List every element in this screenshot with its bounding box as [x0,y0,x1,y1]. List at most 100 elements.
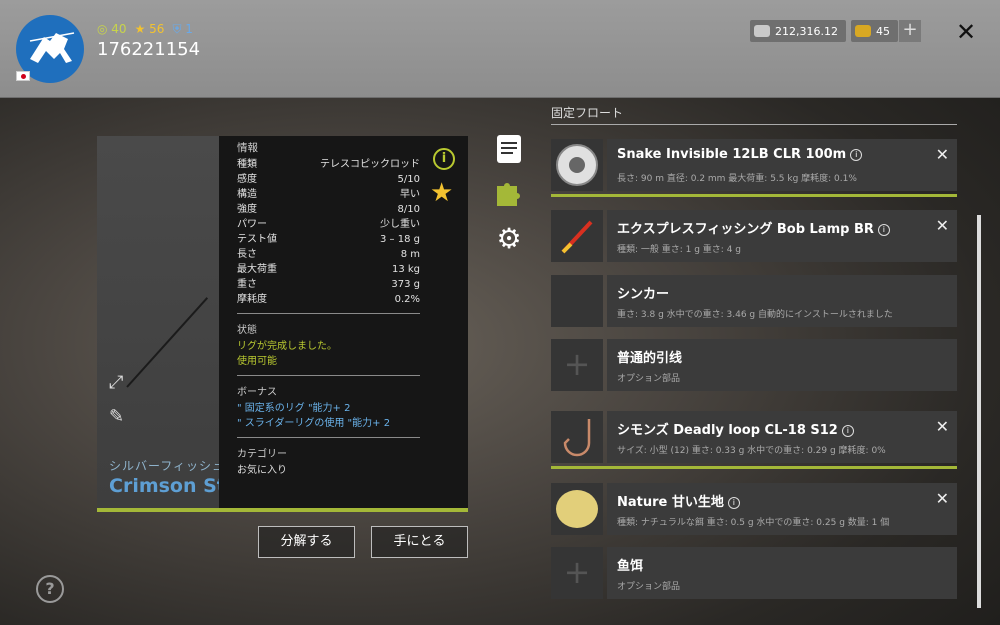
sinker-thumbnail[interactable] [551,275,603,327]
rod-line [126,297,209,388]
slot-title: Nature 甘い生地 i [617,491,740,510]
leader-slot[interactable]: 普通的引线 オプション部品 [607,339,957,391]
rod-name: Crimson St... [109,475,219,497]
remove-icon[interactable]: ✕ [936,489,949,508]
rod-brand: シルバーフィッシュ [109,459,219,473]
slot-details: サイズ: 小型 (12) 重さ: 0.33 g 水中での重さ: 0.29 g 摩… [617,446,886,456]
scrollbar[interactable] [977,215,981,608]
stat-row: 強度 8/10 [237,202,420,217]
help-icon[interactable]: ? [36,575,64,603]
stat-value: 早い [400,189,420,200]
stat-value: 0.2% [394,294,420,305]
info-icon[interactable]: i [727,497,740,509]
stat-label: 最大荷重 [237,264,277,275]
line-thumbnail[interactable] [551,139,603,191]
slot-details: 重さ: 3.8 g 水中での重さ: 3.46 g 自動的にインストールされました [617,310,893,320]
stat-value: 13 kg [391,264,420,275]
status-line: リグが完成しました。 [237,341,337,352]
bonus-title: ボーナス [237,387,277,398]
slot-title: シモンズ Deadly loop CL-18 S12 i [617,419,854,438]
remove-icon[interactable]: ✕ [936,216,949,235]
top-bar: ◎ 40 ★ 56 ⛨ 1 176221154 212,316.12 45 + … [0,0,1000,98]
stat-row: 感度 5/10 [237,172,420,187]
star-stat: ★ 56 [134,22,165,36]
stat-label: 構造 [237,189,257,200]
shield-stat: ⛨ 1 [172,22,193,36]
divider [237,437,420,438]
stat-row: テスト値 3 – 18 g [237,232,420,247]
gear-icon[interactable]: ⚙ [494,222,524,255]
float-slot[interactable]: エクスプレスフィッシング Bob Lamp BR i 種類: 一般 重さ: 1 g… [607,210,957,262]
stat-row: 構造 早い [237,187,420,202]
slot-details: 長さ: 90 m 直径: 0.2 mm 最大荷重: 5.5 kg 摩耗度: 0.… [617,174,857,184]
sinker-slot[interactable]: シンカー 重さ: 3.8 g 水中での重さ: 3.46 g 自動的にインストール… [607,275,957,327]
status-line: 使用可能 [237,356,277,367]
condition-bar [551,194,957,197]
gold-currency: 45 [851,20,898,42]
info-icon[interactable]: i [433,148,455,170]
stat-label: 感度 [237,174,257,185]
slot-details: 種類: ナチュラルな餌 重さ: 0.5 g 水中での重さ: 0.25 g 数量:… [617,518,890,528]
line-slot[interactable]: Snake Invisible 12LB CLR 100m i 長さ: 90 m … [607,139,957,191]
slot-title: 鱼饵 [617,559,644,574]
category-value: お気に入り [237,465,287,476]
add-lure-icon[interactable]: + [551,547,603,599]
list-header: 固定フロート [551,106,624,120]
rod-stats: 種類 テレスコピックロッド感度 5/10 構造 早い強度 8/10 パワー 少し重いテスト値 3… [237,157,420,307]
player-stats: ◎ 40 ★ 56 ⛨ 1 [97,22,193,37]
stat-value: 3 – 18 g [380,234,420,245]
rod-preview: ⤢ ✎ シルバーフィッシュ Crimson St... [97,136,219,508]
condition-bar [551,466,957,469]
stat-value: テレスコピックロッド [320,159,420,170]
puzzle-icon[interactable] [494,178,524,214]
divider [237,375,420,376]
category-title: カテゴリー [237,449,287,460]
remove-icon[interactable]: ✕ [936,145,949,164]
bonus-line: " 固定系のリグ "能力+ 2 [237,403,351,414]
knife-icon[interactable]: ✎ [109,406,124,427]
bait-thumbnail[interactable] [551,483,603,535]
info-icon[interactable]: i [877,224,890,236]
hook-thumbnail[interactable] [551,411,603,463]
info-icon[interactable]: i [841,425,854,437]
stat-label: テスト値 [237,234,277,245]
add-leader-icon[interactable]: + [551,339,603,391]
favorite-star-icon[interactable]: ★ [430,178,453,208]
bonus-line: " スライダーリグの使用 "能力+ 2 [237,418,391,429]
slot-title: 普通的引线 [617,351,683,366]
take-button[interactable]: 手にとる [371,526,468,558]
stat-value: 8 m [400,249,420,260]
stat-row: 最大荷重 13 kg [237,262,420,277]
remove-icon[interactable]: ✕ [936,417,949,436]
disassemble-button[interactable]: 分解する [258,526,355,558]
float-thumbnail[interactable] [551,210,603,262]
stat-label: 強度 [237,204,257,215]
divider [551,124,957,125]
slot-details: オプション部品 [617,582,681,592]
status-title: 状態 [237,325,257,336]
hook-slot[interactable]: シモンズ Deadly loop CL-18 S12 i サイズ: 小型 (12)… [607,411,957,463]
stat-label: 種類 [237,159,257,170]
divider [237,313,420,314]
slot-title: エクスプレスフィッシング Bob Lamp BR i [617,218,890,237]
player-id: 176221154 [97,39,201,60]
japan-flag-icon [16,71,30,81]
gold-coin-icon [855,25,871,37]
stat-value: 5/10 [397,174,420,185]
rod-panel: ⤢ ✎ シルバーフィッシュ Crimson St... 情報 種類 テレスコピック… [97,136,468,512]
bait-slot[interactable]: Nature 甘い生地 i 種類: ナチュラルな餌 重さ: 0.5 g 水中での重… [607,483,957,535]
slot-title: Snake Invisible 12LB CLR 100m i [617,147,863,162]
rod-condition-bar [97,508,468,512]
close-button[interactable]: ✕ [956,18,976,46]
stat-row: パワー 少し重い [237,217,420,232]
stat-value: 少し重い [380,219,420,230]
expand-icon[interactable]: ⤢ [109,372,123,393]
lure-slot[interactable]: 鱼饵 オプション部品 [607,547,957,599]
stat-label: パワー [237,219,267,230]
slot-details: オプション部品 [617,374,681,384]
info-title: 情報 [237,142,258,154]
document-icon[interactable] [494,134,524,170]
buy-currency-button[interactable]: + [899,20,921,42]
info-icon[interactable]: i [850,149,863,161]
stat-value: 373 g [391,279,420,290]
